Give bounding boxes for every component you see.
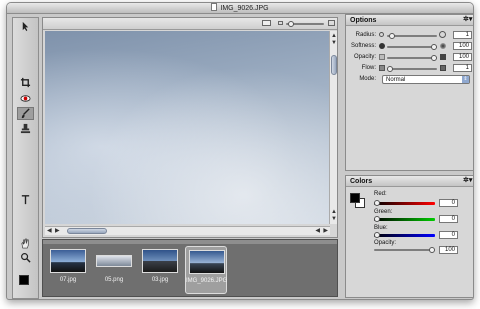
flow-low-icon xyxy=(379,65,385,71)
horizontal-scroll-thumb[interactable] xyxy=(67,228,107,234)
mode-label: Mode: xyxy=(359,76,376,82)
softness-field[interactable]: 100 xyxy=(453,42,472,50)
thumbnail-image xyxy=(189,250,225,274)
thumbnail-label: 07.jpg xyxy=(59,277,77,283)
scroll-left-icon[interactable]: ◀ xyxy=(47,227,52,235)
softness-slider[interactable] xyxy=(387,44,437,50)
red-label: Red: xyxy=(374,191,387,197)
filmstrip-item[interactable]: 07.jpg xyxy=(47,246,89,294)
flow-slider[interactable] xyxy=(387,66,437,72)
zoom-tool-icon[interactable] xyxy=(17,251,34,264)
fit-view-icon[interactable] xyxy=(262,20,271,26)
stamp-tool-icon[interactable] xyxy=(17,122,34,135)
blue-label: Blue: xyxy=(374,225,388,231)
document-view: ▲ ▼ ▲ ▼ ◀ ▶ ◀ ▶ xyxy=(42,17,338,238)
zoom-in-icon[interactable] xyxy=(328,20,335,26)
opacity-slider[interactable] xyxy=(387,55,437,61)
view-bar xyxy=(43,18,337,30)
color-well-foreground[interactable] xyxy=(350,193,360,203)
scroll-down-bottom-icon[interactable]: ▼ xyxy=(331,215,337,223)
filmstrip-header xyxy=(43,240,337,244)
green-label: Green: xyxy=(374,209,393,215)
filmstrip: 07.jpg 05.png 03.jpg IMG_9026.JPG xyxy=(42,239,338,297)
hand-tool-icon[interactable] xyxy=(17,237,34,250)
opacity-field[interactable]: 100 xyxy=(453,53,472,61)
radius-slider[interactable] xyxy=(387,33,437,39)
options-title: Options xyxy=(350,17,377,24)
colors-title: Colors xyxy=(350,178,373,185)
crop-tool-icon[interactable] xyxy=(17,76,34,89)
title-bar: IMG_9026.JPG xyxy=(7,3,473,14)
thumbnail-label: IMG_9026.JPG xyxy=(186,278,228,284)
hard-edge-icon xyxy=(379,43,385,49)
chevron-down-icon[interactable]: ⇕ xyxy=(462,76,469,83)
brush-tool-icon[interactable] xyxy=(17,107,34,120)
mode-value: Normal xyxy=(386,77,406,83)
thumbnail-label: 03.jpg xyxy=(151,277,169,283)
colors-panel-header: Colors ✲▾ xyxy=(346,176,473,187)
red-slider[interactable] xyxy=(374,200,435,206)
vertical-scrollbar[interactable]: ▲ ▼ ▲ ▼ xyxy=(329,31,337,224)
thumbnail-label: 05.png xyxy=(104,277,124,283)
arrow-tool-icon[interactable] xyxy=(17,20,34,33)
flow-high-icon xyxy=(440,65,446,71)
text-tool-icon[interactable] xyxy=(17,193,34,206)
mode-select[interactable]: Normal ⇕ xyxy=(382,75,470,84)
colors-panel: Colors ✲▾ Red: 0 Green: 0 Blue: 0 Opacit… xyxy=(345,175,473,298)
color-opacity-slider[interactable] xyxy=(374,247,435,253)
gear-icon[interactable]: ✲▾ xyxy=(463,177,472,185)
red-field[interactable]: 0 xyxy=(439,199,458,207)
app-window: IMG_9026.JPG ▲ ▼ ▲ ▼ ◀ ▶ ◀ ▶ 07.jpg 05.p… xyxy=(6,2,474,300)
options-panel-header: Options ✲▾ xyxy=(346,15,473,26)
window-title: IMG_9026.JPG xyxy=(220,5,269,12)
opaque-icon xyxy=(440,54,446,60)
flow-label: Flow: xyxy=(361,65,376,71)
scroll-left-end-icon[interactable]: ◀ xyxy=(315,227,320,235)
thumbnail-image xyxy=(142,249,178,273)
zoom-slider[interactable] xyxy=(286,21,324,27)
flow-field[interactable]: 1 xyxy=(453,64,472,72)
color-opacity-field[interactable]: 100 xyxy=(439,246,458,254)
softness-label: Softness: xyxy=(350,43,376,49)
vertical-scroll-thumb[interactable] xyxy=(331,55,337,75)
green-field[interactable]: 0 xyxy=(439,215,458,223)
blue-slider[interactable] xyxy=(374,232,435,238)
scroll-right-end-icon[interactable]: ▶ xyxy=(323,227,328,235)
document-icon xyxy=(211,3,218,11)
zoom-out-icon[interactable] xyxy=(278,21,283,25)
transparent-icon xyxy=(379,54,385,60)
blue-field[interactable]: 0 xyxy=(439,231,458,239)
thumbnail-image xyxy=(50,249,86,273)
opacity-label: Opacity: xyxy=(353,54,376,60)
color-opacity-label: Opacity: xyxy=(374,240,397,246)
radius-label: Radius: xyxy=(355,32,376,38)
green-slider[interactable] xyxy=(374,216,435,222)
scroll-down-icon[interactable]: ▼ xyxy=(331,39,337,47)
filmstrip-item[interactable]: 03.jpg xyxy=(139,246,181,294)
red-eye-tool-icon[interactable] xyxy=(17,92,34,105)
gear-icon[interactable]: ✲▾ xyxy=(463,16,472,24)
filmstrip-item[interactable]: 05.png xyxy=(93,246,135,294)
options-panel: Options ✲▾ Radius: 1 Softness: 100 Opaci… xyxy=(345,14,473,171)
scroll-right-icon[interactable]: ▶ xyxy=(55,227,60,235)
tool-palette xyxy=(12,17,39,299)
filmstrip-item-selected[interactable]: IMG_9026.JPG xyxy=(185,246,227,294)
horizontal-scrollbar[interactable]: ◀ ▶ ◀ ▶ xyxy=(45,226,330,235)
image-canvas[interactable] xyxy=(45,31,330,224)
foreground-color-swatch[interactable] xyxy=(19,275,29,285)
small-brush-icon xyxy=(379,32,384,37)
soft-edge-icon xyxy=(440,43,446,49)
thumbnail-image xyxy=(96,255,132,267)
radius-field[interactable]: 1 xyxy=(453,31,472,39)
large-brush-icon xyxy=(439,31,446,38)
